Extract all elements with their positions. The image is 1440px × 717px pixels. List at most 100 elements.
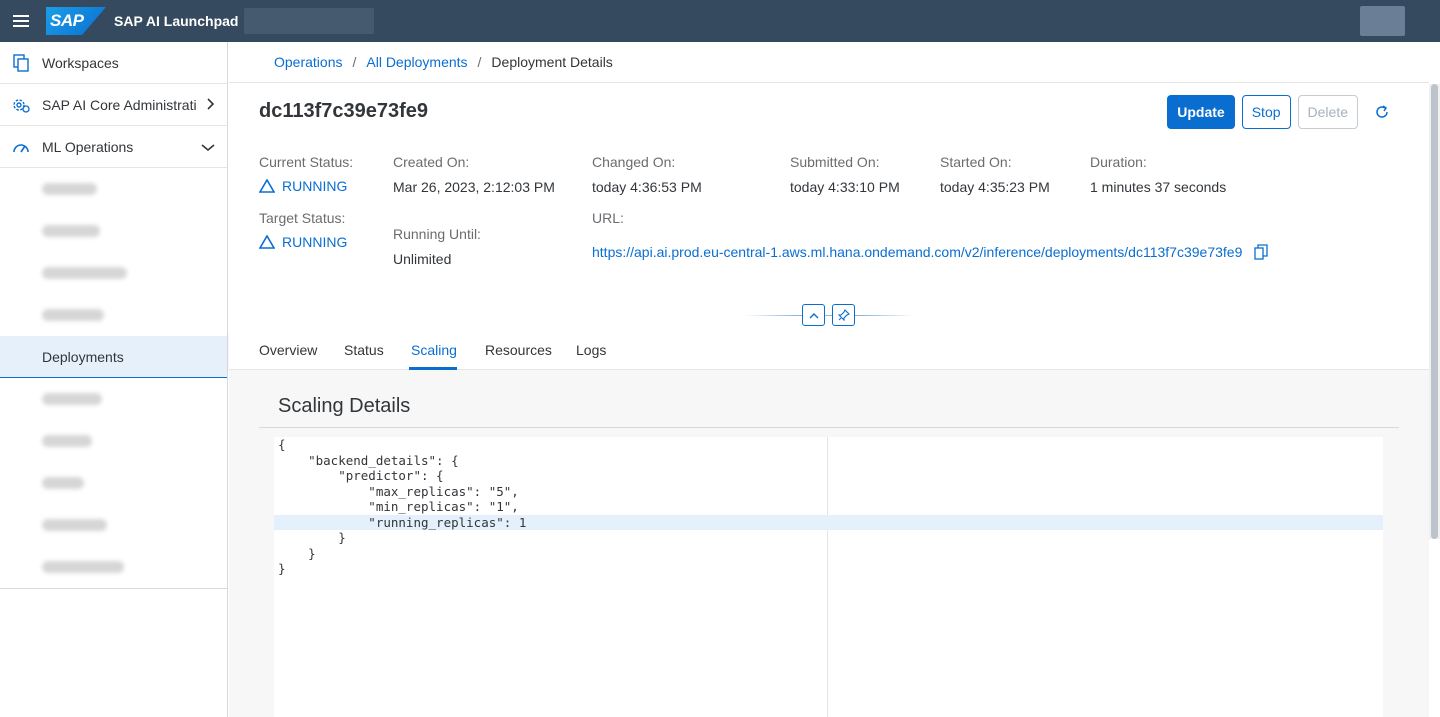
code-line: "backend_details": { xyxy=(278,452,459,468)
tab-logs[interactable]: Logs xyxy=(576,342,606,358)
tab-bar: Overview Status Scaling Resources Logs xyxy=(229,332,1429,370)
blurred-label xyxy=(42,561,124,573)
tab-content: Scaling Details { "backend_details": { "… xyxy=(229,370,1429,717)
collapse-divider xyxy=(744,315,914,316)
sidebar-subitem-blurred[interactable] xyxy=(0,252,227,294)
url-label: URL: xyxy=(592,210,624,226)
code-line: } xyxy=(278,561,286,576)
sidebar-subitem-blurred[interactable] xyxy=(0,504,227,546)
header-actions: Update Stop Delete xyxy=(1167,95,1399,129)
warning-triangle-icon xyxy=(259,235,275,249)
copy-icon[interactable] xyxy=(1254,244,1268,263)
user-avatar[interactable] xyxy=(1360,6,1405,36)
logo-text: SAP xyxy=(50,11,84,30)
section-title: Scaling Details xyxy=(278,395,411,417)
breadcrumb-separator: / xyxy=(477,54,482,70)
tab-status[interactable]: Status xyxy=(344,342,384,358)
target-status-label: Target Status: xyxy=(259,210,346,226)
running-until-attr: Running Until: Unlimited xyxy=(393,226,481,267)
header-collapse-bar xyxy=(744,304,914,328)
page-title: dc113f7c39e73fe9 xyxy=(259,100,429,122)
pin-icon xyxy=(837,309,850,321)
status-text: RUNNING xyxy=(282,178,348,194)
changed-on-value: today 4:36:53 PM xyxy=(592,179,702,195)
copy-documents-icon xyxy=(0,53,42,72)
shell-bar: SAP SAP AI Launchpad xyxy=(0,0,1440,42)
deployment-url-link[interactable]: https://api.ai.prod.eu-central-1.aws.ml.… xyxy=(592,244,1242,260)
running-until-value: Unlimited xyxy=(393,251,452,267)
main-content: Operations / All Deployments / Deploymen… xyxy=(229,42,1429,717)
section-divider xyxy=(259,427,1399,428)
header-attributes: Current Status: RUNNING Target Status: R… xyxy=(259,154,1399,284)
stop-button[interactable]: Stop xyxy=(1241,95,1291,129)
url-value-row: https://api.ai.prod.eu-central-1.aws.ml.… xyxy=(592,244,1268,263)
duration-label: Duration: xyxy=(1090,154,1147,170)
code-line: "max_replicas": "5", xyxy=(278,483,519,499)
vertical-scrollbar[interactable] xyxy=(1429,84,1440,539)
tab-overview[interactable]: Overview xyxy=(259,342,317,358)
started-on-attr: Started On: today 4:35:23 PM xyxy=(940,154,1050,195)
started-on-label: Started On: xyxy=(940,154,1012,170)
url-attr: URL: https://api.ai.prod.eu-central-1.aw… xyxy=(592,210,1268,263)
breadcrumb-link-all-deployments[interactable]: All Deployments xyxy=(366,54,467,70)
sidebar-subitem-blurred[interactable] xyxy=(0,378,227,420)
delete-button[interactable]: Delete xyxy=(1297,95,1358,129)
blurred-label xyxy=(42,477,84,489)
code-line: "predictor": { xyxy=(278,468,444,483)
breadcrumb-current: Deployment Details xyxy=(491,54,613,70)
current-status-label: Current Status: xyxy=(259,154,354,170)
refresh-icon[interactable] xyxy=(1365,95,1399,129)
breadcrumb-link-operations[interactable]: Operations xyxy=(274,54,342,70)
sidebar-subitem-blurred[interactable] xyxy=(0,462,227,504)
duration-attr: Duration: 1 minutes 37 seconds xyxy=(1090,154,1226,195)
running-until-label: Running Until: xyxy=(393,226,481,242)
chevron-down-icon xyxy=(201,139,215,155)
sidebar-subitem-blurred[interactable] xyxy=(0,420,227,462)
sidebar-subitem-blurred[interactable] xyxy=(0,210,227,252)
submitted-on-value: today 4:33:10 PM xyxy=(790,179,900,195)
chevron-up-icon xyxy=(809,312,818,318)
sidebar-item-label: SAP AI Core Administration xyxy=(42,96,197,113)
side-navigation: Workspaces SAP AI Core Administration ML… xyxy=(0,42,228,717)
sidebar-subitem-blurred[interactable] xyxy=(0,168,227,210)
sidebar-subitem-blurred[interactable] xyxy=(0,546,227,588)
status-text: RUNNING xyxy=(282,234,348,250)
blurred-label xyxy=(42,309,104,321)
sidebar-divider xyxy=(0,588,227,589)
code-line-highlighted: "running_replicas": 1 xyxy=(274,514,1383,530)
app-title: SAP AI Launchpad xyxy=(114,13,239,29)
code-lines: { "backend_details": { "predictor": { "m… xyxy=(274,437,1383,577)
target-status-attr: Target Status: RUNNING xyxy=(259,210,347,250)
blurred-label xyxy=(42,267,127,279)
tenant-selector[interactable] xyxy=(244,8,375,34)
update-button[interactable]: Update xyxy=(1167,95,1235,129)
blurred-label xyxy=(42,519,107,531)
object-header: dc113f7c39e73fe9 Update Stop Delete xyxy=(259,94,1429,130)
chevron-right-icon xyxy=(207,97,215,113)
json-code-viewer[interactable]: { "backend_details": { "predictor": { "m… xyxy=(274,437,1383,717)
sidebar-item-ml-operations[interactable]: ML Operations xyxy=(0,126,227,168)
blurred-label xyxy=(42,225,100,237)
sidebar-item-label: ML Operations xyxy=(42,138,134,155)
warning-triangle-icon xyxy=(259,179,275,193)
target-status-value: RUNNING xyxy=(259,234,347,250)
breadcrumb: Operations / All Deployments / Deploymen… xyxy=(229,42,1429,83)
sidebar-item-label: Workspaces xyxy=(42,54,119,71)
code-line: "min_replicas": "1", xyxy=(278,499,519,514)
current-status-attr: Current Status: RUNNING xyxy=(259,154,353,194)
sidebar-subitem-deployments[interactable]: Deployments xyxy=(0,336,227,378)
tab-resources[interactable]: Resources xyxy=(485,342,552,358)
created-on-attr: Created On: Mar 26, 2023, 2:12:03 PM xyxy=(393,154,555,195)
changed-on-attr: Changed On: today 4:36:53 PM xyxy=(592,154,702,195)
scrollbar-thumb[interactable] xyxy=(1431,84,1438,539)
sidebar-subitem-blurred[interactable] xyxy=(0,294,227,336)
sap-logo[interactable]: SAP xyxy=(46,7,106,35)
changed-on-label: Changed On: xyxy=(592,154,676,170)
current-status-value: RUNNING xyxy=(259,178,353,194)
menu-icon[interactable] xyxy=(0,0,42,42)
pin-header-button[interactable] xyxy=(832,304,855,326)
sidebar-item-workspaces[interactable]: Workspaces xyxy=(0,42,227,84)
sidebar-item-ai-core-admin[interactable]: SAP AI Core Administration xyxy=(0,84,227,126)
collapse-header-button[interactable] xyxy=(802,304,825,326)
tab-scaling[interactable]: Scaling xyxy=(411,342,457,358)
